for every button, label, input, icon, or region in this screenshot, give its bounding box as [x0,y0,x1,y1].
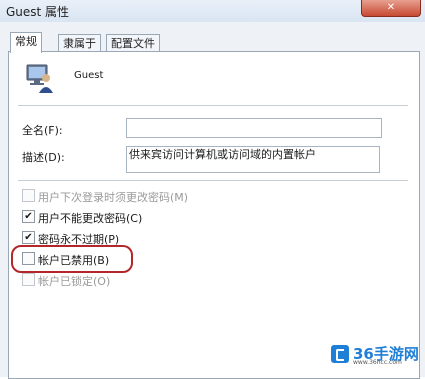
watermark-url: www.36hcc.com [353,359,402,366]
checkmark-icon: ✔ [22,231,35,244]
tab-member-of[interactable]: 隶属于 [58,34,101,52]
checkmark-icon: ✔ [22,210,35,223]
checkbox-box [22,273,35,286]
close-button[interactable]: ✕ [361,0,421,17]
divider [18,180,408,182]
window-title: Guest 属性 [6,5,70,19]
divider [18,105,408,107]
close-icon: ✕ [386,2,396,13]
checkbox-label: 用户不能更改密码(C) [38,212,143,225]
tab-label: 常规 [15,35,37,48]
tab-profile[interactable]: 配置文件 [106,34,160,52]
tab-label: 隶属于 [63,37,96,50]
description-label: 描述(D): [22,151,65,164]
full-name-field[interactable] [126,118,382,138]
tab-label: 配置文件 [111,37,155,50]
checkbox-box [22,189,35,202]
user-name: Guest [74,70,104,81]
user-computer-icon [26,64,53,93]
watermark: 36手游网 www.36hcc.com [331,345,419,367]
tab-general[interactable]: 常规 [10,32,42,53]
highlight-annotation [11,245,133,273]
full-name-label: 全名(F): [22,124,63,137]
checkbox-label: 用户下次登录时须更改密码(M) [38,191,189,204]
description-field[interactable]: 供来宾访问计算机或访问域的内置帐户 [126,146,380,173]
description-value: 供来宾访问计算机或访问域的内置帐户 [129,148,316,161]
brand-logo-icon [331,345,349,363]
title-bar: Guest 属性 ✕ [0,0,425,22]
checkbox-label: 帐户已锁定(O) [38,275,111,288]
